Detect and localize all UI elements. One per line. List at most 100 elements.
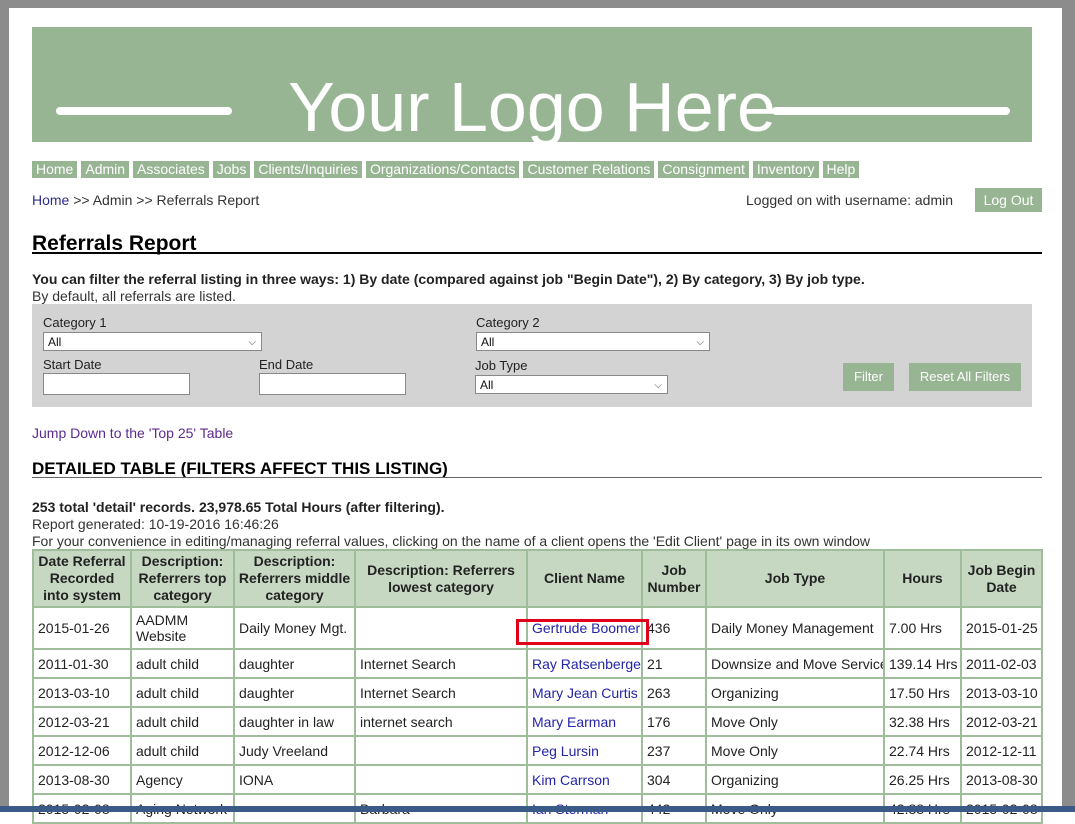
cell-lowest-category: Internet Search bbox=[354, 648, 528, 679]
cell-date-recorded: 2012-03-21 bbox=[32, 706, 132, 737]
detail-heading-divider bbox=[32, 477, 1042, 478]
nav-customer-relations[interactable]: Customer Relations bbox=[523, 161, 655, 178]
cell-job-number: 237 bbox=[641, 735, 707, 766]
logo-text: Your Logo Here bbox=[288, 68, 776, 146]
cell-hours: 32.38 Hrs bbox=[883, 706, 962, 737]
nav-help[interactable]: Help bbox=[822, 161, 860, 178]
nav-consignment[interactable]: Consignment bbox=[658, 161, 749, 178]
cell-top-category: adult child bbox=[130, 648, 235, 679]
cell-middle-category: IONA bbox=[233, 764, 356, 795]
cell-middle-category: daughter bbox=[233, 648, 356, 679]
cell-middle-category: Judy Vreeland bbox=[233, 735, 356, 766]
cell-lowest-category bbox=[354, 735, 528, 766]
column-header: Job Type bbox=[705, 549, 885, 608]
cell-top-category: adult child bbox=[130, 735, 235, 766]
logo-banner[interactable]: Your Logo Here bbox=[32, 27, 1032, 146]
end-date-input[interactable] bbox=[259, 373, 406, 395]
cell-job-number: 436 bbox=[641, 606, 707, 650]
category2-select[interactable]: All ⌵ bbox=[476, 332, 710, 351]
cell-lowest-category: Internet Search bbox=[354, 677, 528, 708]
table-row: 2012-12-06 adult child Judy Vreeland Peg… bbox=[32, 735, 1043, 766]
category1-select[interactable]: All ⌵ bbox=[43, 332, 262, 351]
job-type-label: Job Type bbox=[475, 358, 528, 373]
cell-hours: 22.74 Hrs bbox=[883, 735, 962, 766]
cell-job-begin-date: 2012-03-21 bbox=[960, 706, 1043, 737]
column-header: Job Number bbox=[641, 549, 707, 608]
client-name-link[interactable]: Mary Earman bbox=[526, 706, 643, 737]
cell-job-begin-date: 2013-08-30 bbox=[960, 764, 1043, 795]
nav-admin[interactable]: Admin bbox=[81, 161, 130, 178]
cell-lowest-category: internet search bbox=[354, 706, 528, 737]
detail-table-heading: DETAILED TABLE (FILTERS AFFECT THIS LIST… bbox=[32, 459, 448, 478]
job-type-select[interactable]: All ⌵ bbox=[475, 375, 668, 394]
cell-middle-category: daughter bbox=[233, 677, 356, 708]
client-name-link[interactable]: Ray Ratsenberger bbox=[526, 648, 643, 679]
breadcrumb-current: Referrals Report bbox=[156, 192, 260, 208]
nav-home[interactable]: Home bbox=[32, 161, 78, 178]
cell-job-type: Daily Money Management bbox=[705, 606, 885, 650]
breadcrumb-home-link[interactable]: Home bbox=[32, 192, 69, 208]
cell-job-begin-date: 2015-01-25 bbox=[960, 606, 1043, 650]
chevron-down-icon: ⌵ bbox=[248, 337, 256, 348]
chevron-down-icon: ⌵ bbox=[654, 380, 662, 391]
breadcrumb-separator: >> bbox=[69, 192, 93, 208]
category1-label: Category 1 bbox=[43, 315, 107, 330]
column-header: Date Referral Recorded into system bbox=[32, 549, 132, 608]
category1-value: All bbox=[48, 335, 62, 349]
window-frame-left bbox=[0, 0, 9, 812]
taskbar-edge bbox=[0, 806, 1075, 812]
logout-button[interactable]: Log Out bbox=[975, 188, 1042, 212]
cell-date-recorded: 2013-03-10 bbox=[32, 677, 132, 708]
nav-organizations-contacts[interactable]: Organizations/Contacts bbox=[365, 161, 520, 178]
nav-clients-inquiries[interactable]: Clients/Inquiries bbox=[254, 161, 362, 178]
cell-job-number: 21 bbox=[641, 648, 707, 679]
cell-job-type: Downsize and Move Services bbox=[705, 648, 885, 679]
window-frame-right bbox=[1062, 0, 1075, 812]
job-type-value: All bbox=[480, 378, 494, 392]
column-header: Hours bbox=[883, 549, 962, 608]
jump-to-top25-link[interactable]: Jump Down to the 'Top 25' Table bbox=[32, 425, 233, 441]
cell-job-type: Organizing bbox=[705, 764, 885, 795]
category2-label: Category 2 bbox=[476, 315, 540, 330]
reset-filters-button[interactable]: Reset All Filters bbox=[909, 363, 1021, 391]
cell-date-recorded: 2011-01-30 bbox=[32, 648, 132, 679]
table-header-row: Date Referral Recorded into system Descr… bbox=[32, 549, 1043, 608]
nav-inventory[interactable]: Inventory bbox=[752, 161, 819, 178]
breadcrumb-separator: >> bbox=[132, 192, 157, 208]
cell-date-recorded: 2012-12-06 bbox=[32, 735, 132, 766]
cell-middle-category: Daily Money Mgt. bbox=[233, 606, 356, 650]
cell-top-category: Agency bbox=[130, 764, 235, 795]
client-name-link[interactable]: Mary Jean Curtis bbox=[526, 677, 643, 708]
cell-lowest-category bbox=[354, 764, 528, 795]
report-generated: Report generated: 10-19-2016 16:46:26 bbox=[32, 516, 279, 532]
nav-associates[interactable]: Associates bbox=[133, 161, 209, 178]
table-row: 2011-01-30 adult child daughter Internet… bbox=[32, 648, 1043, 679]
filter-button[interactable]: Filter bbox=[843, 363, 894, 391]
cell-job-begin-date: 2012-12-11 bbox=[960, 735, 1043, 766]
column-header: Description: Referrers middle category bbox=[233, 549, 356, 608]
start-date-label: Start Date bbox=[43, 357, 102, 372]
cell-date-recorded: 2015-01-26 bbox=[32, 606, 132, 650]
cell-top-category: AADMM Website bbox=[130, 606, 235, 650]
logged-in-status: Logged on with username: admin bbox=[746, 192, 954, 208]
end-date-label: End Date bbox=[259, 357, 314, 372]
cell-hours: 7.00 Hrs bbox=[883, 606, 962, 650]
column-header: Description: Referrers top category bbox=[130, 549, 235, 608]
column-header: Description: Referrers lowest category bbox=[354, 549, 528, 608]
nav-jobs[interactable]: Jobs bbox=[212, 161, 251, 178]
cell-lowest-category bbox=[354, 606, 528, 650]
category2-value: All bbox=[481, 335, 495, 349]
table-row: 2013-08-30 Agency IONA Kim Carrson 304 O… bbox=[32, 764, 1043, 795]
breadcrumb: Home >> Admin >> Referrals Report bbox=[32, 192, 259, 208]
records-summary: 253 total 'detail' records. 23,978.65 To… bbox=[32, 499, 445, 515]
start-date-input[interactable] bbox=[43, 373, 190, 395]
window-frame-top bbox=[0, 0, 1075, 8]
cell-middle-category: daughter in law bbox=[233, 706, 356, 737]
cell-job-begin-date: 2013-03-10 bbox=[960, 677, 1043, 708]
client-name-link[interactable]: Kim Carrson bbox=[526, 764, 643, 795]
cell-hours: 17.50 Hrs bbox=[883, 677, 962, 708]
client-name-link[interactable]: Peg Lursin bbox=[526, 735, 643, 766]
column-header: Job Begin Date bbox=[960, 549, 1043, 608]
filter-description: You can filter the referral listing in t… bbox=[32, 271, 865, 287]
detail-table: Date Referral Recorded into system Descr… bbox=[32, 549, 1043, 824]
